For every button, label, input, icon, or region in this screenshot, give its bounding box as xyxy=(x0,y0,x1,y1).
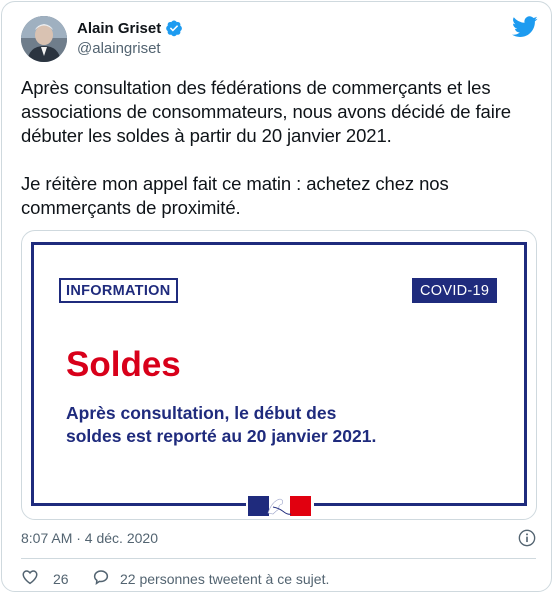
announcement-line: Après consultation, le début des xyxy=(66,403,337,423)
like-count: 26 xyxy=(53,570,69,587)
conversation-link[interactable]: 22 personnes tweetent à ce sujet. xyxy=(92,568,329,589)
announcement-body: Après consultation, le début des soldes … xyxy=(66,402,446,448)
verified-badge-icon xyxy=(165,19,183,37)
author-name-row: Alain Griset xyxy=(77,19,183,37)
tweet-card: Alain Griset @alaingriset Après consulta… xyxy=(1,1,552,592)
conversation-text: 22 personnes tweetent à ce sujet. xyxy=(120,570,330,587)
covid-badge: COVID-19 xyxy=(412,278,498,303)
speech-bubble-icon xyxy=(92,568,110,589)
tweet-timestamp[interactable]: 8:07 AM · 4 déc. 2020 xyxy=(21,530,158,546)
avatar-image xyxy=(21,16,67,62)
tweet-paragraph: Après consultation des fédérations de co… xyxy=(21,77,511,146)
info-icon[interactable] xyxy=(518,529,536,547)
announcement-frame: INFORMATION COVID-19 Soldes Après consul… xyxy=(31,242,527,519)
marianne-logo-icon xyxy=(246,493,314,519)
avatar[interactable] xyxy=(21,16,67,62)
announcement-title: Soldes xyxy=(66,345,181,384)
author-display-name[interactable]: Alain Griset xyxy=(77,20,161,37)
like-button[interactable]: 26 xyxy=(21,568,69,589)
divider xyxy=(21,558,536,559)
tweet-media-image[interactable]: INFORMATION COVID-19 Soldes Après consul… xyxy=(21,230,537,520)
announcement-line: soldes est reporté au 20 janvier 2021. xyxy=(66,426,377,446)
tweet-text: Après consultation des fédérations de co… xyxy=(21,76,536,220)
tweet-paragraph: Je réitère mon appel fait ce matin : ach… xyxy=(21,173,449,218)
author-handle[interactable]: @alaingriset xyxy=(77,40,161,57)
twitter-bird-icon[interactable] xyxy=(512,16,538,38)
information-badge: INFORMATION xyxy=(59,278,178,303)
heart-icon xyxy=(21,568,39,589)
